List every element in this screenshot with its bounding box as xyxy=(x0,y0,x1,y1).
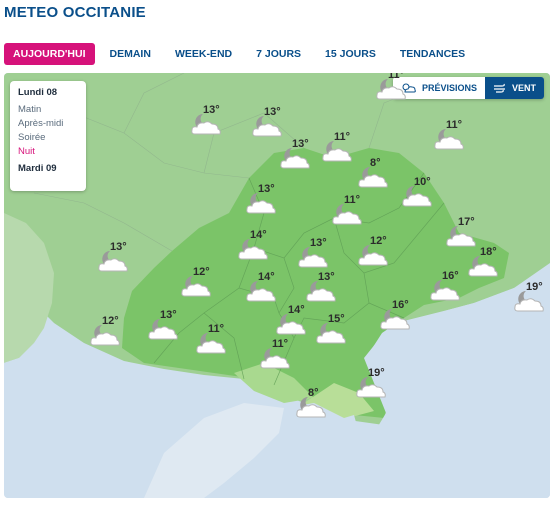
moon-cloud-icon xyxy=(191,114,221,135)
moon-cloud-icon xyxy=(322,141,352,162)
map-city-marker[interactable]: 19° xyxy=(354,367,394,403)
map-city-marker[interactable]: 11° xyxy=(374,73,414,105)
moon-cloud-icon xyxy=(196,333,226,354)
tab-7-jours[interactable]: 7 JOURS xyxy=(247,43,310,65)
map-city-marker[interactable]: 15° xyxy=(314,313,354,349)
map-city-marker[interactable]: 13° xyxy=(244,183,284,219)
moon-cloud-icon xyxy=(358,245,388,266)
moon-cloud-icon xyxy=(434,129,464,150)
map-city-marker[interactable]: 14° xyxy=(236,229,276,265)
moon-cloud-icon xyxy=(402,186,432,207)
map-city-marker[interactable]: 11° xyxy=(258,338,298,374)
map-city-marker[interactable]: 18° xyxy=(466,246,506,282)
moon-cloud-icon xyxy=(181,276,211,297)
current-day-label: Lundi 08 xyxy=(18,87,58,98)
map-city-marker[interactable]: 13° xyxy=(296,237,336,273)
moon-cloud-icon xyxy=(276,314,306,335)
view-toggle: PRÉVISIONS VENT xyxy=(392,77,544,99)
map-city-marker[interactable]: 8° xyxy=(294,387,334,423)
tab-aujourdhui[interactable]: AUJOURD'HUI xyxy=(4,43,95,65)
map-city-marker[interactable]: 11° xyxy=(194,323,234,359)
tab-week-end[interactable]: WEEK-END xyxy=(166,43,241,65)
map-city-marker[interactable]: 13° xyxy=(96,241,136,277)
tab-15-jours[interactable]: 15 JOURS xyxy=(316,43,385,65)
next-day-link[interactable]: Mardi 09 xyxy=(18,163,78,174)
wind-toggle-label: VENT xyxy=(511,83,536,93)
moon-cloud-icon xyxy=(356,377,386,398)
page-title: METEO OCCITANIE xyxy=(4,4,146,21)
slot-apres-midi[interactable]: Après-midi xyxy=(18,118,78,129)
moon-cloud-icon xyxy=(332,204,362,225)
weather-map[interactable]: Lundi 08 Matin Après-midi Soirée Nuit Ma… xyxy=(4,73,550,498)
moon-cloud-icon xyxy=(260,348,290,369)
moon-cloud-icon xyxy=(296,397,326,418)
moon-cloud-icon xyxy=(306,281,336,302)
moon-cloud-icon xyxy=(468,256,498,277)
map-city-marker[interactable]: 10° xyxy=(400,176,440,212)
moon-cloud-icon xyxy=(358,167,388,188)
map-city-marker[interactable]: 11° xyxy=(320,131,360,167)
moon-cloud-icon xyxy=(316,323,346,344)
moon-cloud-icon xyxy=(298,247,328,268)
slot-matin[interactable]: Matin xyxy=(18,104,78,115)
moon-cloud-icon xyxy=(376,79,406,100)
map-city-marker[interactable]: 12° xyxy=(179,266,219,302)
map-city-marker[interactable]: 12° xyxy=(356,235,396,271)
map-city-marker[interactable]: 14° xyxy=(274,304,314,340)
period-tabs: AUJOURD'HUI DEMAIN WEEK-END 7 JOURS 15 J… xyxy=(4,42,480,66)
map-city-marker[interactable]: 13° xyxy=(189,104,229,140)
tab-demain[interactable]: DEMAIN xyxy=(101,43,160,65)
moon-cloud-icon xyxy=(252,116,282,137)
map-city-marker[interactable]: 16° xyxy=(428,270,468,306)
moon-cloud-icon xyxy=(280,148,310,169)
map-city-marker[interactable]: 14° xyxy=(244,271,284,307)
moon-cloud-icon xyxy=(246,281,276,302)
map-city-marker[interactable]: 11° xyxy=(432,119,472,155)
map-city-marker[interactable]: 8° xyxy=(356,157,396,193)
map-city-marker[interactable]: 13° xyxy=(304,271,344,307)
moon-cloud-icon xyxy=(238,239,268,260)
moon-cloud-icon xyxy=(380,309,410,330)
moon-cloud-icon xyxy=(430,280,460,301)
wind-toggle-button[interactable]: VENT xyxy=(484,77,544,99)
map-city-marker[interactable]: 11° xyxy=(330,194,370,230)
map-city-marker[interactable]: 13° xyxy=(250,106,290,142)
map-city-marker[interactable]: 19° xyxy=(512,281,550,317)
moon-cloud-icon xyxy=(98,251,128,272)
time-slot-panel: Lundi 08 Matin Après-midi Soirée Nuit Ma… xyxy=(10,81,86,191)
map-city-marker[interactable]: 16° xyxy=(378,299,418,335)
tab-tendances[interactable]: TENDANCES xyxy=(391,43,474,65)
wind-icon xyxy=(493,83,505,93)
slot-nuit[interactable]: Nuit xyxy=(18,146,78,157)
moon-cloud-icon xyxy=(148,319,178,340)
map-city-marker[interactable]: 13° xyxy=(146,309,186,345)
map-city-marker[interactable]: 13° xyxy=(278,138,318,174)
slot-soiree[interactable]: Soirée xyxy=(18,132,78,143)
moon-cloud-icon xyxy=(246,193,276,214)
moon-cloud-icon xyxy=(514,291,544,312)
moon-cloud-icon xyxy=(90,325,120,346)
map-city-marker[interactable]: 12° xyxy=(88,315,128,351)
forecast-toggle-label: PRÉVISIONS xyxy=(421,83,477,93)
